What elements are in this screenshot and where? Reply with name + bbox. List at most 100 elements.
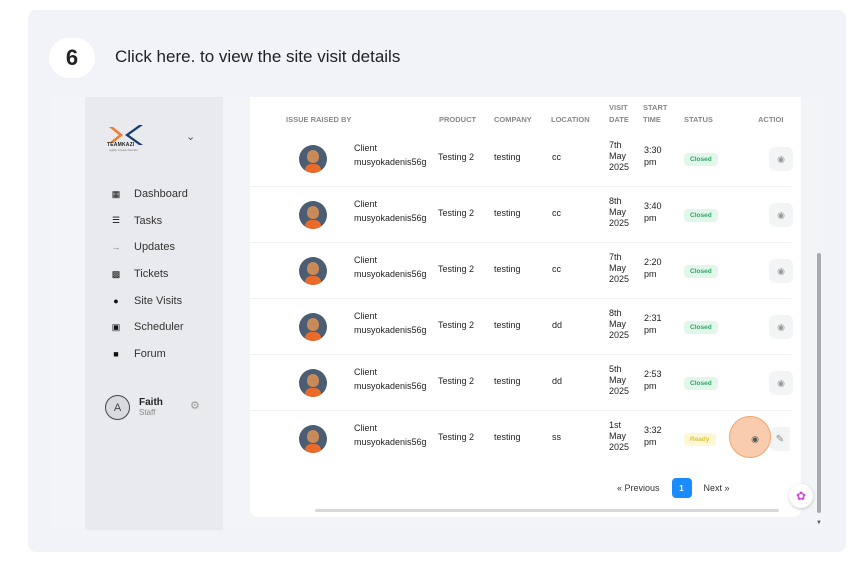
dashboard-icon: ▦ bbox=[111, 188, 121, 199]
client-email: musyokadenis56g bbox=[354, 437, 427, 447]
location-pin-icon: ● bbox=[113, 295, 119, 306]
eye-icon: ◉ bbox=[777, 209, 785, 220]
location-cell: cc bbox=[552, 208, 561, 218]
sidebar-item-label: Dashboard bbox=[134, 188, 188, 201]
header-product: PRODUCT bbox=[439, 115, 477, 124]
table-row: Client musyokadenis56g Testing 2 testing… bbox=[250, 355, 793, 411]
table-row: Client musyokadenis56g Testing 2 testing… bbox=[250, 243, 793, 299]
client-email: musyokadenis56g bbox=[354, 269, 427, 279]
chevron-down-icon[interactable]: ⌄ bbox=[186, 130, 195, 143]
status-badge: Ready bbox=[684, 433, 716, 446]
sidebar-item-scheduler[interactable]: ▣ Scheduler bbox=[109, 314, 188, 341]
sidebar-item-label: Site Visits bbox=[134, 294, 183, 307]
date-month: May bbox=[609, 431, 627, 441]
time-period: pm bbox=[644, 437, 657, 447]
date-day: 8th bbox=[609, 196, 622, 206]
table-row: Client musyokadenis56g Testing 2 testing… bbox=[250, 411, 790, 467]
date-month: May bbox=[609, 263, 627, 273]
product-cell: Testing 2 bbox=[438, 264, 475, 274]
sidebar-item-tickets[interactable]: ▩ Tickets bbox=[109, 261, 188, 288]
header-visit: VISIT bbox=[609, 103, 628, 112]
date-year: 2025 bbox=[609, 218, 630, 228]
date-day: 1st bbox=[609, 420, 622, 430]
header-company: COMPANY bbox=[494, 115, 532, 124]
eye-icon: ◉ bbox=[777, 265, 785, 276]
avatar: A bbox=[105, 395, 130, 420]
time-value: 2:53 bbox=[644, 369, 662, 379]
date-day: 7th bbox=[609, 252, 622, 262]
date-month: May bbox=[609, 207, 627, 217]
location-cell: cc bbox=[552, 264, 561, 274]
date-year: 2025 bbox=[609, 330, 630, 340]
date-month: May bbox=[609, 375, 627, 385]
date-day: 8th bbox=[609, 308, 622, 318]
company-cell: testing bbox=[494, 320, 521, 330]
pagination: « Previous 1 Next » bbox=[617, 478, 730, 498]
company-cell: testing bbox=[494, 264, 521, 274]
previous-page-link[interactable]: « Previous bbox=[617, 483, 660, 493]
calendar-icon: ▣ bbox=[111, 321, 121, 332]
view-site-visit-button[interactable]: ◉ bbox=[743, 427, 767, 451]
next-page-link[interactable]: Next » bbox=[704, 483, 730, 493]
client-email: musyokadenis56g bbox=[354, 381, 427, 391]
gear-icon[interactable]: ⚙ bbox=[190, 399, 200, 412]
date-year: 2025 bbox=[609, 386, 630, 396]
time-period: pm bbox=[644, 157, 657, 167]
user-role: Staff bbox=[139, 408, 156, 417]
sidebar-item-site-visits[interactable]: ● Site Visits bbox=[109, 287, 188, 314]
sidebar-top bbox=[85, 97, 223, 111]
table-row: Client musyokadenis56g Testing 2 testing… bbox=[250, 187, 793, 243]
header-action: ACTIOI bbox=[758, 115, 784, 124]
updates-icon: → bbox=[111, 242, 121, 253]
tasks-icon: ☰ bbox=[111, 215, 121, 226]
edit-button[interactable]: ✎ bbox=[770, 427, 790, 451]
vertical-scrollbar[interactable] bbox=[817, 253, 821, 513]
user-profile[interactable]: A Faith Staff bbox=[105, 395, 163, 420]
date-day: 7th bbox=[609, 140, 622, 150]
table-row: Client musyokadenis56g Testing 2 testing… bbox=[250, 299, 793, 355]
date-year: 2025 bbox=[609, 442, 630, 452]
header-date: DATE bbox=[609, 115, 629, 124]
site-visits-table: ISSUE RAISED BY PRODUCT COMPANY LOCATION… bbox=[250, 97, 801, 517]
time-period: pm bbox=[644, 213, 657, 223]
logo-subtext: Agility Create Results bbox=[109, 148, 138, 152]
scroll-down-arrow-icon[interactable]: ▼ bbox=[816, 520, 822, 526]
sidebar-nav: ▦ Dashboard ☰ Tasks → Updates ▩ Tickets … bbox=[109, 181, 188, 367]
company-cell: testing bbox=[494, 432, 521, 442]
brain-assistant-icon[interactable]: ✿ bbox=[789, 484, 813, 508]
status-badge: Closed bbox=[684, 209, 718, 222]
client-label: Client bbox=[354, 311, 378, 321]
page-number-current[interactable]: 1 bbox=[671, 478, 692, 498]
location-cell: dd bbox=[552, 320, 563, 330]
client-email: musyokadenis56g bbox=[354, 213, 427, 223]
product-cell: Testing 2 bbox=[438, 208, 475, 218]
client-label: Client bbox=[354, 199, 378, 209]
time-value: 3:40 bbox=[644, 201, 662, 211]
status-badge: Closed bbox=[684, 377, 718, 390]
client-label: Client bbox=[354, 367, 378, 377]
view-button[interactable]: ◉ bbox=[769, 371, 793, 395]
sidebar-item-label: Tasks bbox=[134, 214, 163, 227]
client-avatar bbox=[299, 313, 327, 341]
sidebar-item-label: Tickets bbox=[134, 268, 169, 281]
sidebar-item-dashboard[interactable]: ▦ Dashboard bbox=[109, 181, 188, 208]
location-cell: cc bbox=[552, 152, 561, 162]
horizontal-scrollbar[interactable] bbox=[315, 509, 779, 512]
sidebar-item-label: Scheduler bbox=[134, 321, 184, 334]
view-button[interactable]: ◉ bbox=[769, 259, 793, 283]
sidebar-item-tasks[interactable]: ☰ Tasks bbox=[109, 208, 188, 235]
sidebar-item-forum[interactable]: ■ Forum bbox=[109, 341, 188, 368]
time-period: pm bbox=[644, 381, 657, 391]
time-period: pm bbox=[644, 269, 657, 279]
step-number-badge: 6 bbox=[49, 38, 95, 78]
view-button[interactable]: ◉ bbox=[769, 315, 793, 339]
step-instruction: Click here. to view the site visit detai… bbox=[115, 47, 401, 66]
sidebar-item-updates[interactable]: → Updates bbox=[109, 234, 188, 261]
client-email: musyokadenis56g bbox=[354, 325, 427, 335]
client-avatar bbox=[299, 201, 327, 229]
client-email: musyokadenis56g bbox=[354, 157, 427, 167]
date-year: 2025 bbox=[609, 162, 630, 172]
time-value: 2:20 bbox=[644, 257, 662, 267]
view-button[interactable]: ◉ bbox=[769, 203, 793, 227]
view-button[interactable]: ◉ bbox=[769, 147, 793, 171]
